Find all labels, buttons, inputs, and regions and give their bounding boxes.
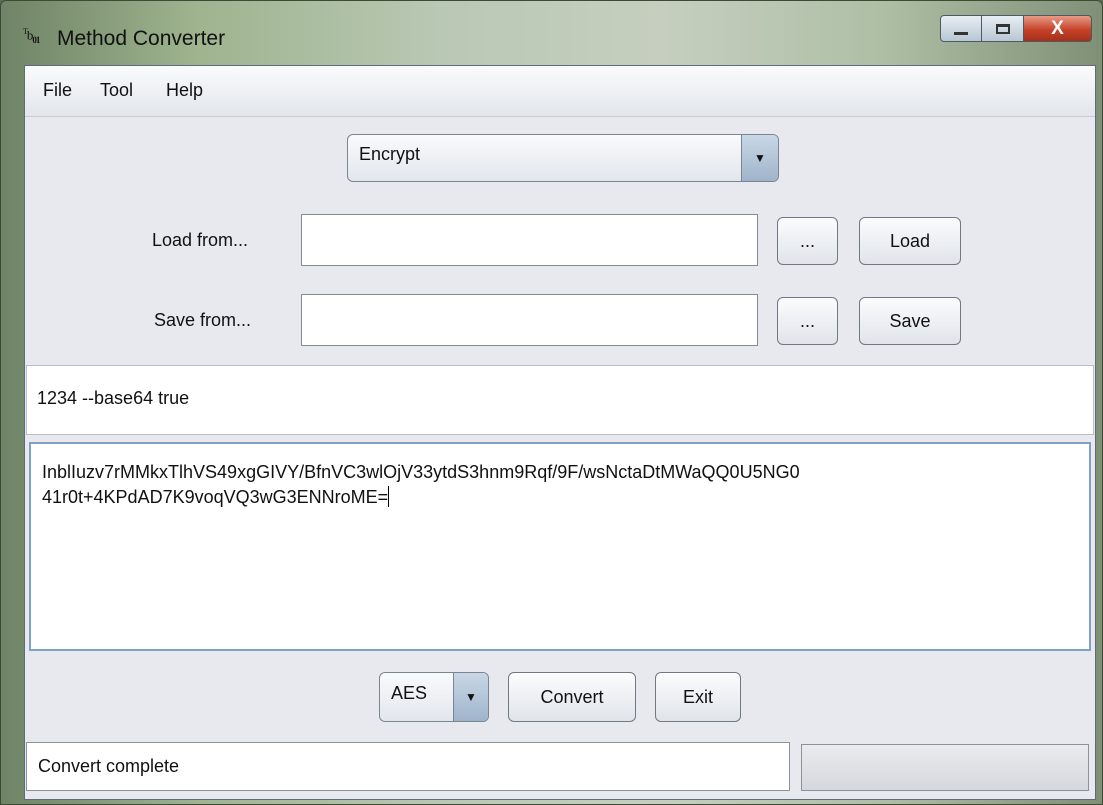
arguments-value: 1234 --base64 true <box>37 388 190 408</box>
close-icon: X <box>1051 17 1064 39</box>
load-button[interactable]: Load <box>859 217 961 265</box>
caption-buttons: X <box>940 15 1092 42</box>
minimize-icon <box>954 32 968 35</box>
save-button[interactable]: Save <box>859 297 961 345</box>
output-text: InblIuzv7rMMkxTlhVS49xgGIVY/BfnVC3wlOjV3… <box>42 462 800 507</box>
load-path-input[interactable] <box>301 214 758 266</box>
window-title: Method Converter <box>57 27 226 50</box>
chevron-down-icon[interactable]: ▼ <box>741 135 778 181</box>
title-bar[interactable]: Tb01 Method Converter X <box>1 1 1102 63</box>
mode-select[interactable]: Encrypt ▼ <box>347 134 779 182</box>
progress-bar <box>801 744 1089 791</box>
app-icon: Tb01 <box>23 27 40 45</box>
maximize-icon <box>995 23 1010 34</box>
close-button[interactable]: X <box>1024 15 1092 42</box>
menu-help[interactable]: Help <box>166 80 203 101</box>
mode-select-value: Encrypt <box>359 144 421 164</box>
convert-button[interactable]: Convert <box>508 672 636 722</box>
algorithm-select-value: AES <box>391 683 428 703</box>
save-from-label: Save from... <box>154 310 252 330</box>
menu-file[interactable]: File <box>43 80 72 101</box>
chevron-down-icon[interactable]: ▼ <box>453 673 488 721</box>
menu-tool[interactable]: Tool <box>100 80 133 101</box>
app-window: Tb01 Method Converter X File Tool Help E… <box>0 0 1103 805</box>
menu-bar: File Tool Help <box>25 66 1095 117</box>
save-path-input[interactable] <box>301 294 758 346</box>
status-text: Convert complete <box>38 756 180 776</box>
load-browse-button[interactable]: ... <box>777 217 838 265</box>
exit-button[interactable]: Exit <box>655 672 741 722</box>
load-from-label: Load from... <box>152 230 249 250</box>
text-caret <box>388 486 390 507</box>
arguments-input[interactable]: 1234 --base64 true <box>26 365 1094 435</box>
algorithm-select[interactable]: AES ▼ <box>379 672 489 722</box>
save-browse-button[interactable]: ... <box>777 297 838 345</box>
output-textarea[interactable]: InblIuzv7rMMkxTlhVS49xgGIVY/BfnVC3wlOjV3… <box>29 442 1091 651</box>
status-bar: Convert complete <box>26 742 790 791</box>
minimize-button[interactable] <box>940 15 982 42</box>
client-area: File Tool Help Encrypt ▼ Load from... ..… <box>24 65 1096 800</box>
maximize-button[interactable] <box>982 15 1024 42</box>
